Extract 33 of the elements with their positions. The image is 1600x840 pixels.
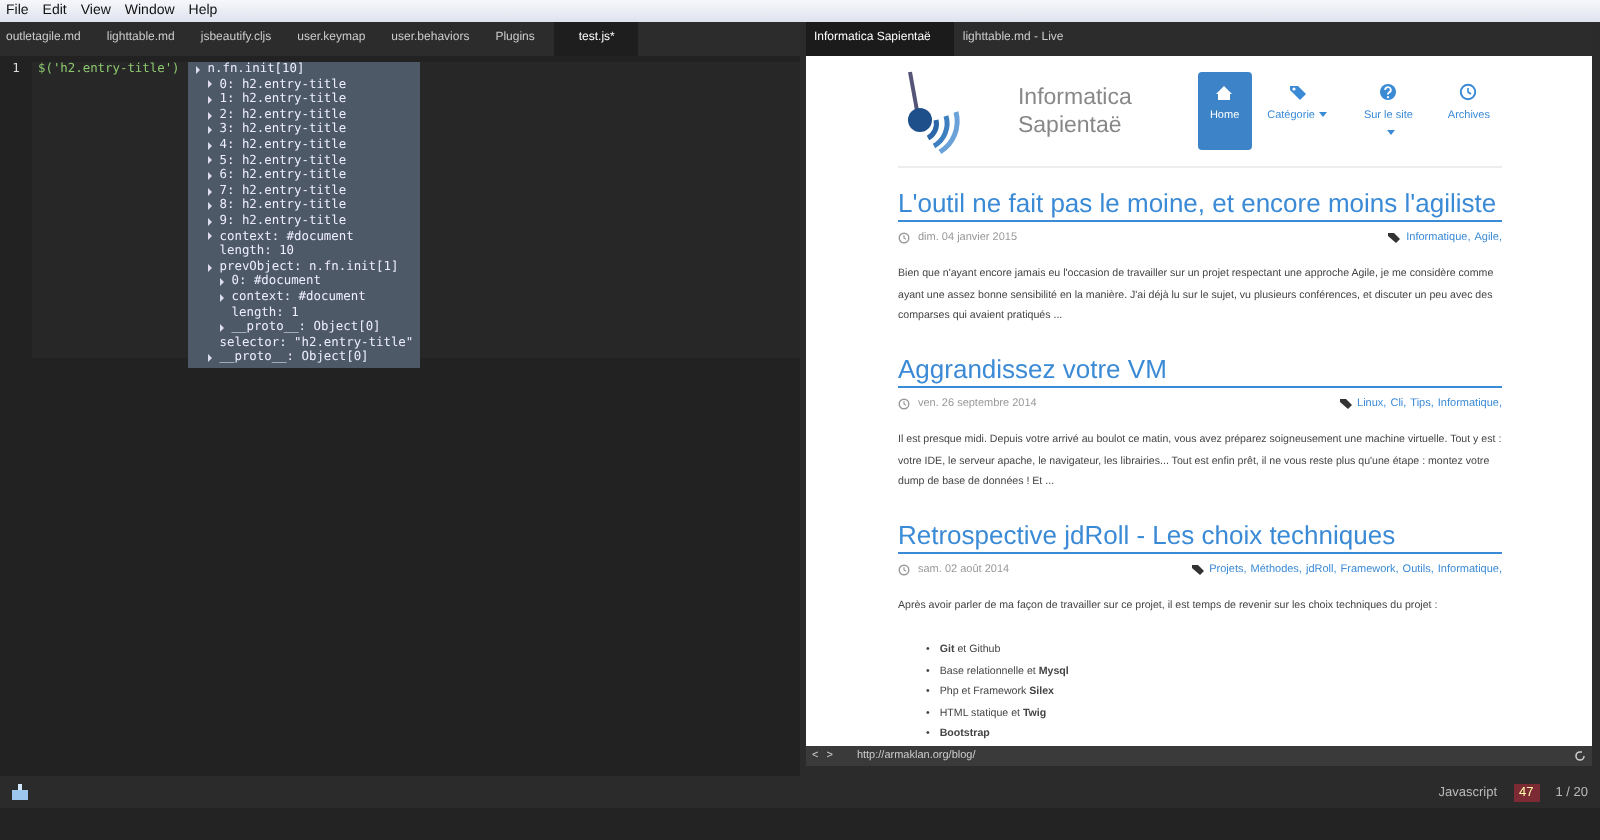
clock-icon [1458, 81, 1479, 102]
tags-icon [1288, 81, 1309, 102]
clock-icon [898, 232, 910, 245]
site-title: Informatica Sapientaë [1017, 83, 1134, 139]
expand-arrow-icon[interactable] [219, 293, 224, 302]
plugin-icon[interactable] [12, 784, 28, 800]
expand-arrow-icon[interactable] [207, 156, 212, 165]
clock-icon [898, 397, 910, 410]
post-title[interactable]: L'outil ne fait pas le moine, et encore moins l'agiliste [898, 186, 1502, 222]
question-icon [1378, 81, 1399, 102]
expand-arrow-icon[interactable] [207, 232, 212, 241]
tags-icon [1388, 232, 1403, 245]
post-title[interactable]: Retrospective jdRoll - Les choix techniques [898, 517, 1502, 553]
post-title[interactable]: Aggrandissez votre VM [898, 351, 1502, 388]
expand-arrow-icon[interactable] [207, 187, 212, 196]
reload-icon[interactable] [1574, 750, 1586, 762]
expand-arrow-icon[interactable] [207, 171, 212, 180]
expand-arrow-icon[interactable] [195, 65, 200, 74]
tags-icon [1191, 563, 1206, 576]
expand-arrow-icon[interactable] [207, 80, 212, 89]
clock-icon [898, 563, 910, 576]
home-icon [1214, 81, 1235, 102]
expand-arrow-icon[interactable] [207, 141, 212, 150]
tags-icon [1339, 397, 1354, 410]
expand-arrow-icon[interactable] [219, 278, 224, 287]
expand-arrow-icon[interactable] [207, 354, 212, 363]
expand-arrow-icon[interactable] [219, 323, 224, 332]
expand-arrow-icon[interactable] [207, 217, 212, 226]
expand-arrow-icon[interactable] [207, 126, 212, 135]
expand-arrow-icon[interactable] [207, 263, 212, 272]
expand-arrow-icon[interactable] [207, 111, 212, 120]
expand-arrow-icon[interactable] [207, 202, 212, 211]
expand-arrow-icon[interactable] [207, 95, 212, 104]
